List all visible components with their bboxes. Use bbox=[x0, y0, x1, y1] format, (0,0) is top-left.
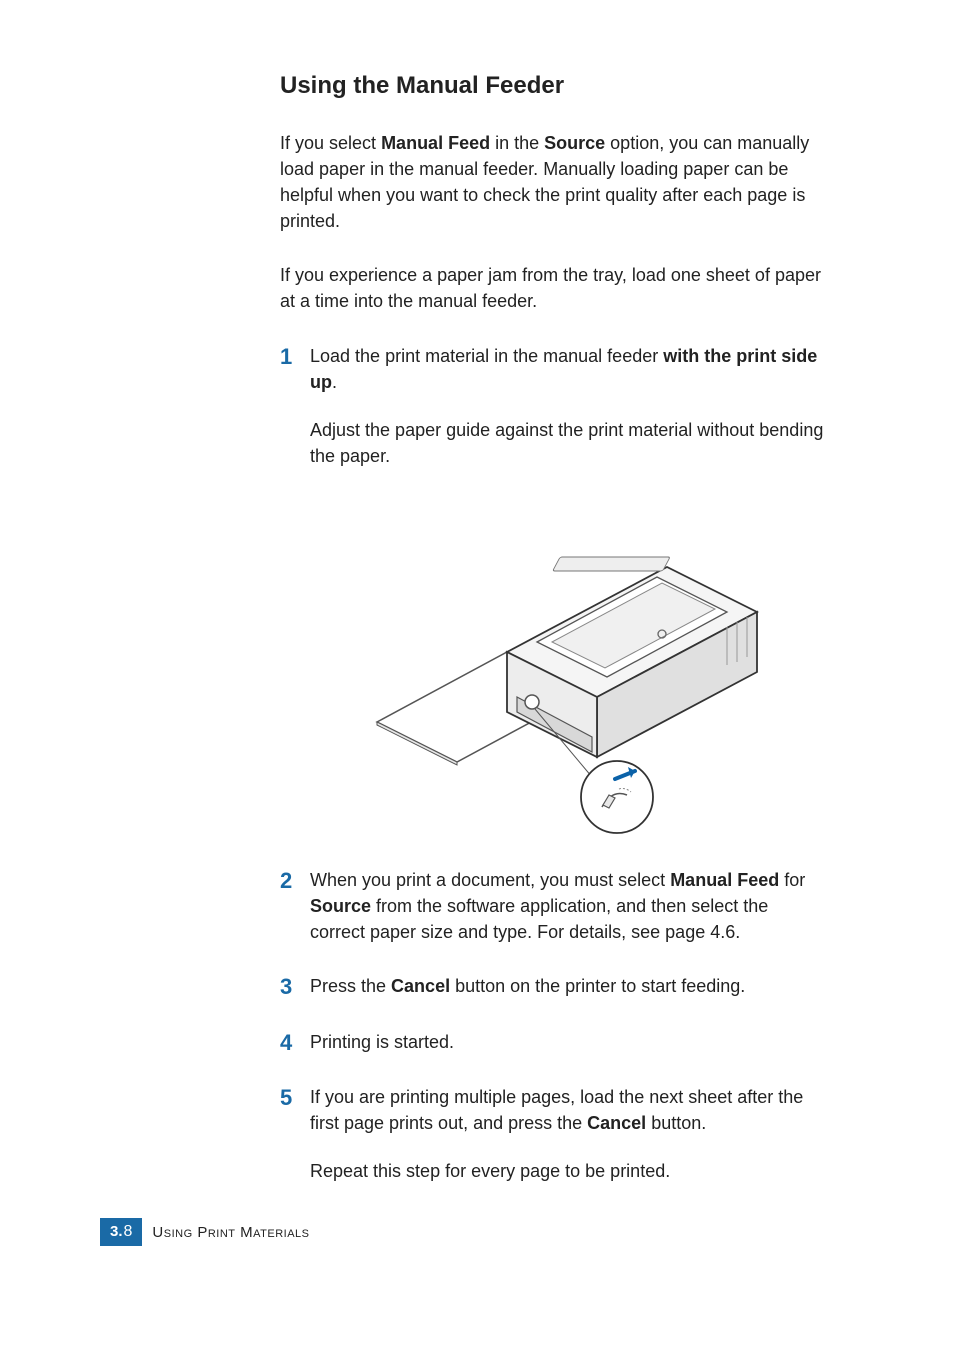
step-subtext: Repeat this step for every page to be pr… bbox=[310, 1158, 824, 1184]
step-item-5: 5 If you are printing multiple pages, lo… bbox=[280, 1084, 824, 1184]
text-run: If you are printing multiple pages, load… bbox=[310, 1087, 803, 1133]
intro-paragraph-2: If you experience a paper jam from the t… bbox=[280, 262, 824, 314]
step-body: Load the print material in the manual fe… bbox=[310, 343, 824, 469]
step-body: When you print a document, you must sele… bbox=[310, 867, 824, 945]
page-number: 8 bbox=[124, 1223, 133, 1241]
step-number: 5 bbox=[280, 1084, 310, 1111]
bold-text: Source bbox=[310, 896, 371, 916]
text-run: button on the printer to start feeding. bbox=[450, 976, 745, 996]
intro-paragraph-1: If you select Manual Feed in the Source … bbox=[280, 130, 824, 234]
document-page: Using the Manual Feeder If you select Ma… bbox=[0, 0, 954, 1346]
text-run: Load the print material in the manual fe… bbox=[310, 346, 663, 366]
bold-text: Source bbox=[544, 133, 605, 153]
illustration-row bbox=[280, 497, 824, 837]
step-number: 3 bbox=[280, 973, 310, 1000]
step-subtext: Adjust the paper guide against the print… bbox=[310, 417, 824, 469]
bold-text: Manual Feed bbox=[670, 870, 779, 890]
step-item-4: 4 Printing is started. bbox=[280, 1029, 824, 1056]
step-body: Printing is started. bbox=[310, 1029, 824, 1055]
step-body: Press the Cancel button on the printer t… bbox=[310, 973, 824, 999]
printer-illustration bbox=[310, 497, 824, 837]
step-item-1: 1 Load the print material in the manual … bbox=[280, 343, 824, 469]
section-heading: Using the Manual Feeder bbox=[280, 72, 824, 100]
bold-text: Cancel bbox=[587, 1113, 646, 1133]
step-list: 1 Load the print material in the manual … bbox=[280, 343, 824, 1185]
text-run: Press the bbox=[310, 976, 391, 996]
bold-text: Manual Feed bbox=[381, 133, 490, 153]
step-number: 4 bbox=[280, 1029, 310, 1056]
text-run: for bbox=[779, 870, 805, 890]
step-body: If you are printing multiple pages, load… bbox=[310, 1084, 824, 1184]
text-run: When you print a document, you must sele… bbox=[310, 870, 670, 890]
step-number: 1 bbox=[280, 343, 310, 370]
text-run: in the bbox=[490, 133, 544, 153]
bold-text: Cancel bbox=[391, 976, 450, 996]
page-footer: 3.8 Using Print Materials bbox=[100, 1218, 310, 1246]
text-run: button. bbox=[646, 1113, 706, 1133]
chapter-number: 3. bbox=[110, 1223, 123, 1240]
text-run: from the software application, and then … bbox=[310, 896, 768, 942]
printer-svg-icon bbox=[367, 497, 767, 837]
page-number-tab: 3.8 bbox=[100, 1218, 142, 1246]
text-run: If you select bbox=[280, 133, 381, 153]
step-item-2: 2 When you print a document, you must se… bbox=[280, 867, 824, 945]
text-run: . bbox=[332, 372, 337, 392]
step-number: 2 bbox=[280, 867, 310, 894]
footer-section-title: Using Print Materials bbox=[152, 1224, 309, 1241]
step-item-3: 3 Press the Cancel button on the printer… bbox=[280, 973, 824, 1000]
